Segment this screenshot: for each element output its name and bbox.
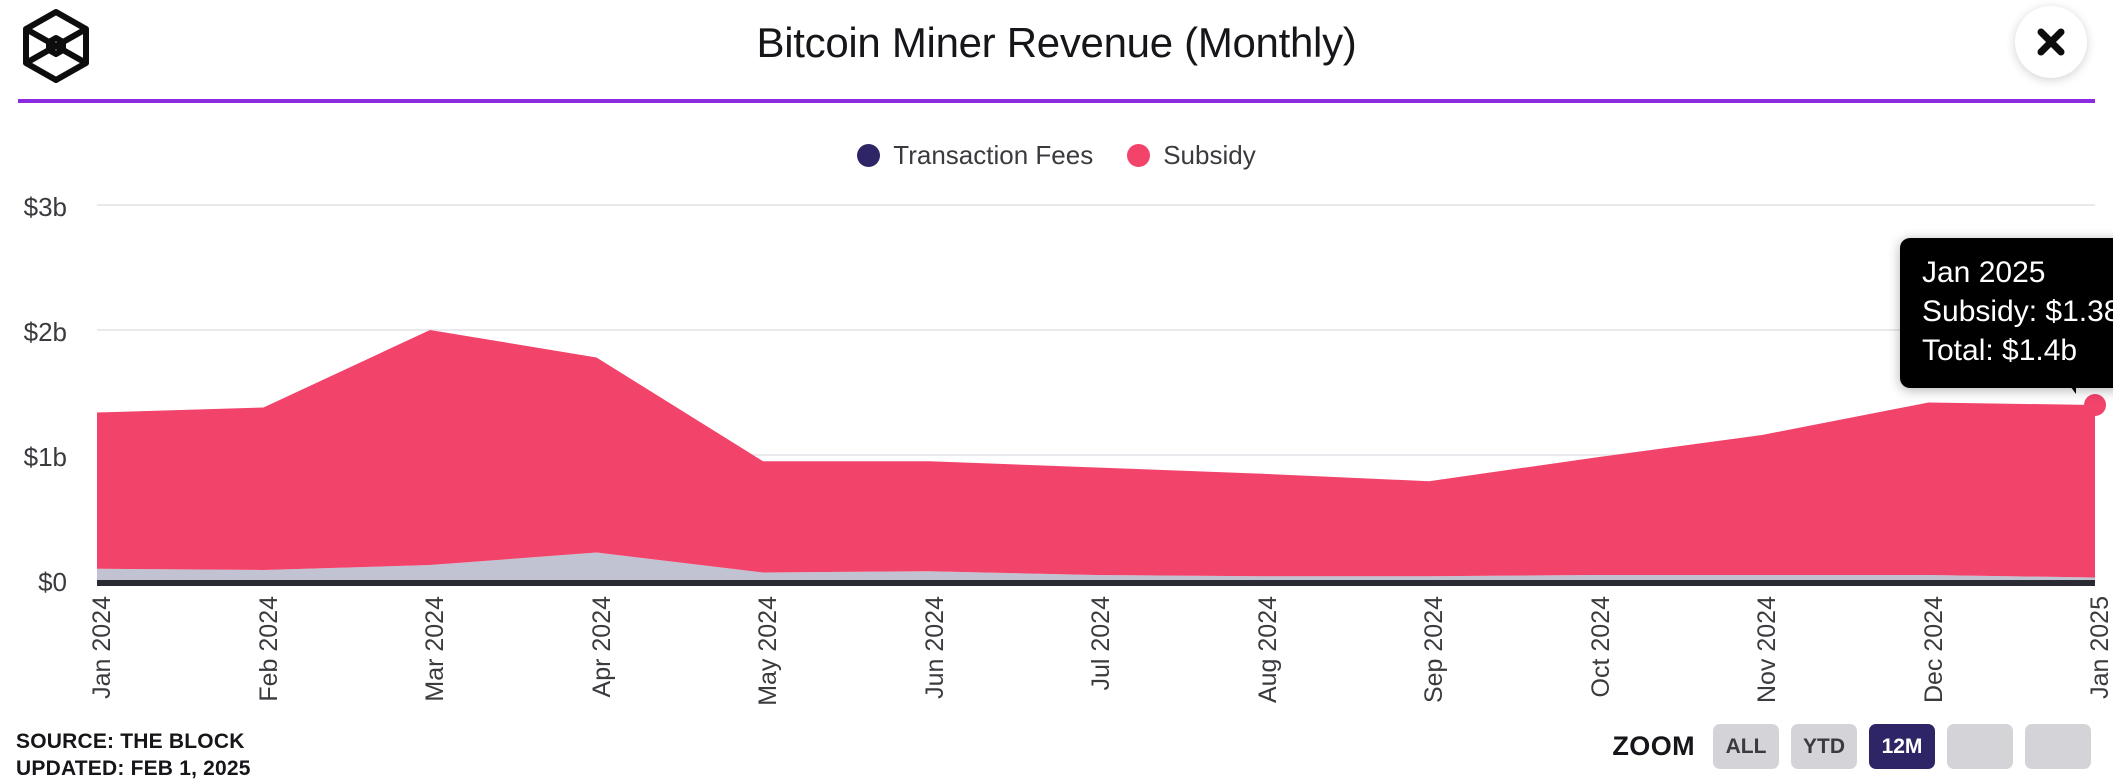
chart-page: Bitcoin Miner Revenue (Monthly) Transact…	[0, 0, 2113, 781]
x-axis-tick-label: Sep 2024	[1420, 596, 1448, 704]
legend-item-subsidy[interactable]: Subsidy	[1127, 140, 1256, 171]
y-axis-tick-label: $3b	[23, 192, 67, 222]
legend-item-transaction-fees[interactable]: Transaction Fees	[857, 140, 1093, 171]
zoom-controls: ZOOM ALL YTD 12M	[1612, 724, 2091, 769]
zoom-button-ytd[interactable]: YTD	[1791, 724, 1857, 769]
source-line: SOURCE: THE BLOCK	[16, 730, 245, 753]
x-axis-tick-label: May 2024	[754, 596, 782, 706]
close-icon	[2037, 28, 2065, 56]
tooltip-total: Total: $1.4b	[1922, 334, 2078, 367]
source-credit: SOURCE: THE BLOCK UPDATED: FEB 1, 2025	[16, 728, 251, 781]
x-axis-tick-label: Jul 2024	[1087, 596, 1115, 691]
zoom-button-group: ALL YTD 12M	[1713, 724, 2091, 769]
x-axis-tick-label: Nov 2024	[1753, 596, 1781, 704]
legend-label: Transaction Fees	[893, 140, 1094, 170]
zoom-button-12m[interactable]: 12M	[1869, 724, 1935, 769]
chart-plot-area	[0, 180, 2113, 610]
legend-dot-icon	[857, 144, 881, 167]
zoom-button-5[interactable]	[2025, 724, 2091, 769]
y-axis-tick-label: $1b	[23, 442, 67, 472]
y-axis-tick-label: $2b	[23, 317, 67, 347]
x-axis: Jan 2024 Feb 2024 Mar 2024 Apr 2024 May 2024…	[0, 596, 2113, 716]
tooltip-date: Jan 2025	[1922, 256, 2046, 289]
area-series-subsidy	[97, 330, 2095, 578]
area-chart-svg[interactable]	[0, 180, 2113, 610]
x-axis-tick-label: Mar 2024	[421, 596, 449, 702]
tooltip-arrow	[2060, 372, 2076, 394]
x-axis-tick-label: Aug 2024	[1253, 596, 1282, 704]
y-axis-tick-label: $0	[38, 567, 67, 597]
zoom-button-all[interactable]: ALL	[1713, 724, 1779, 769]
legend-label: Subsidy	[1163, 140, 1256, 170]
x-axis-tick-label: Jan 2025	[2086, 596, 2113, 699]
close-button[interactable]	[2015, 6, 2087, 78]
chart-legend: Transaction Fees Subsidy	[0, 140, 2113, 171]
accent-divider	[18, 99, 2095, 103]
updated-line: UPDATED: FEB 1, 2025	[16, 757, 251, 781]
x-axis-tick-label: Oct 2024	[1586, 596, 1615, 698]
chart-tooltip: Jan 2025 Subsidy: $1.38b Total: $1.4b	[1900, 238, 2113, 388]
zoom-label: ZOOM	[1612, 731, 1695, 761]
x-axis-tick-label: Apr 2024	[587, 596, 616, 698]
header: Bitcoin Miner Revenue (Monthly)	[0, 0, 2113, 99]
x-axis-tick-label: Jan 2024	[88, 596, 116, 699]
tooltip-subsidy: Subsidy: $1.38b	[1922, 295, 2113, 328]
legend-dot-icon	[1127, 144, 1151, 167]
highlighted-data-point	[2084, 394, 2106, 416]
zoom-button-4[interactable]	[1947, 724, 2013, 769]
x-axis-tick-label: Dec 2024	[1919, 596, 1948, 704]
x-axis-tick-label: Feb 2024	[254, 596, 283, 702]
page-title: Bitcoin Miner Revenue (Monthly)	[756, 19, 1357, 66]
x-axis-tick-label: Jun 2024	[920, 596, 949, 699]
